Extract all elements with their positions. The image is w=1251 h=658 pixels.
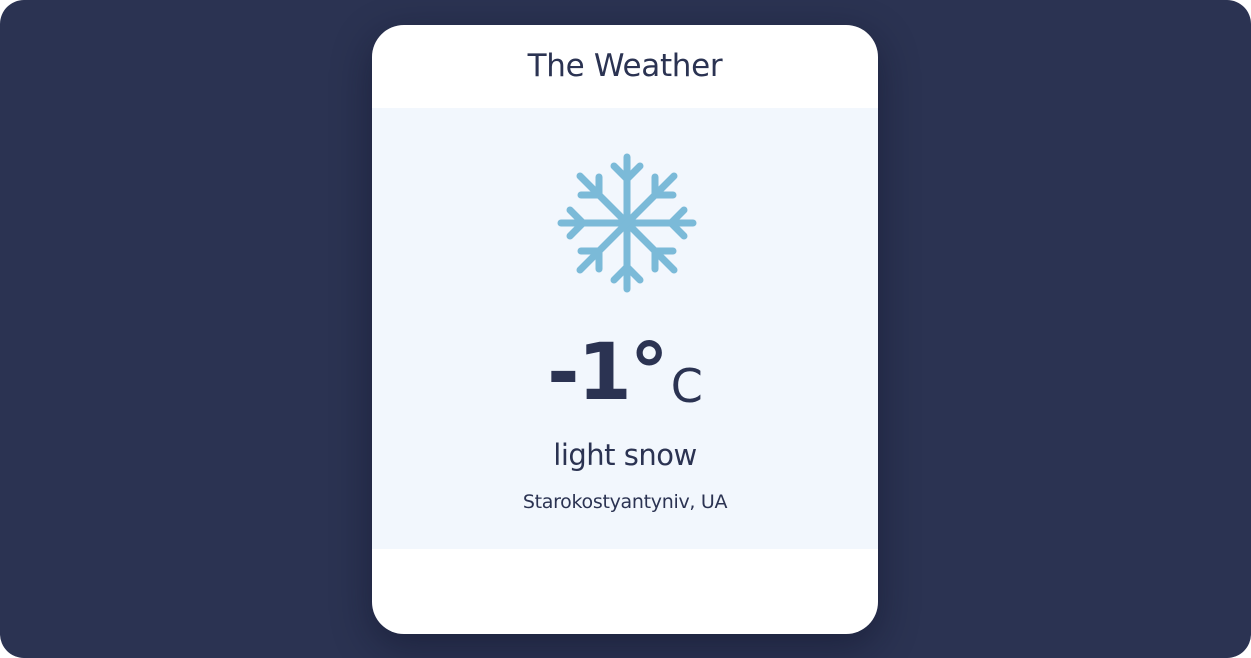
weather-condition: light snow — [553, 438, 697, 472]
temperature-value: -1° — [547, 328, 669, 418]
card-title: The Weather — [527, 48, 723, 84]
weather-card: The Weather -1° C light snow Starokostya… — [372, 25, 878, 634]
temperature-unit: C — [670, 359, 703, 413]
weather-panel: -1° C light snow Starokostyantyniv, UA — [372, 108, 878, 549]
weather-location: Starokostyantyniv, UA — [522, 491, 728, 513]
temperature-display: -1° C — [372, 323, 878, 423]
app-background: The Weather -1° C light snow Starokostya… — [0, 0, 1251, 658]
snowflake-icon — [557, 153, 697, 293]
